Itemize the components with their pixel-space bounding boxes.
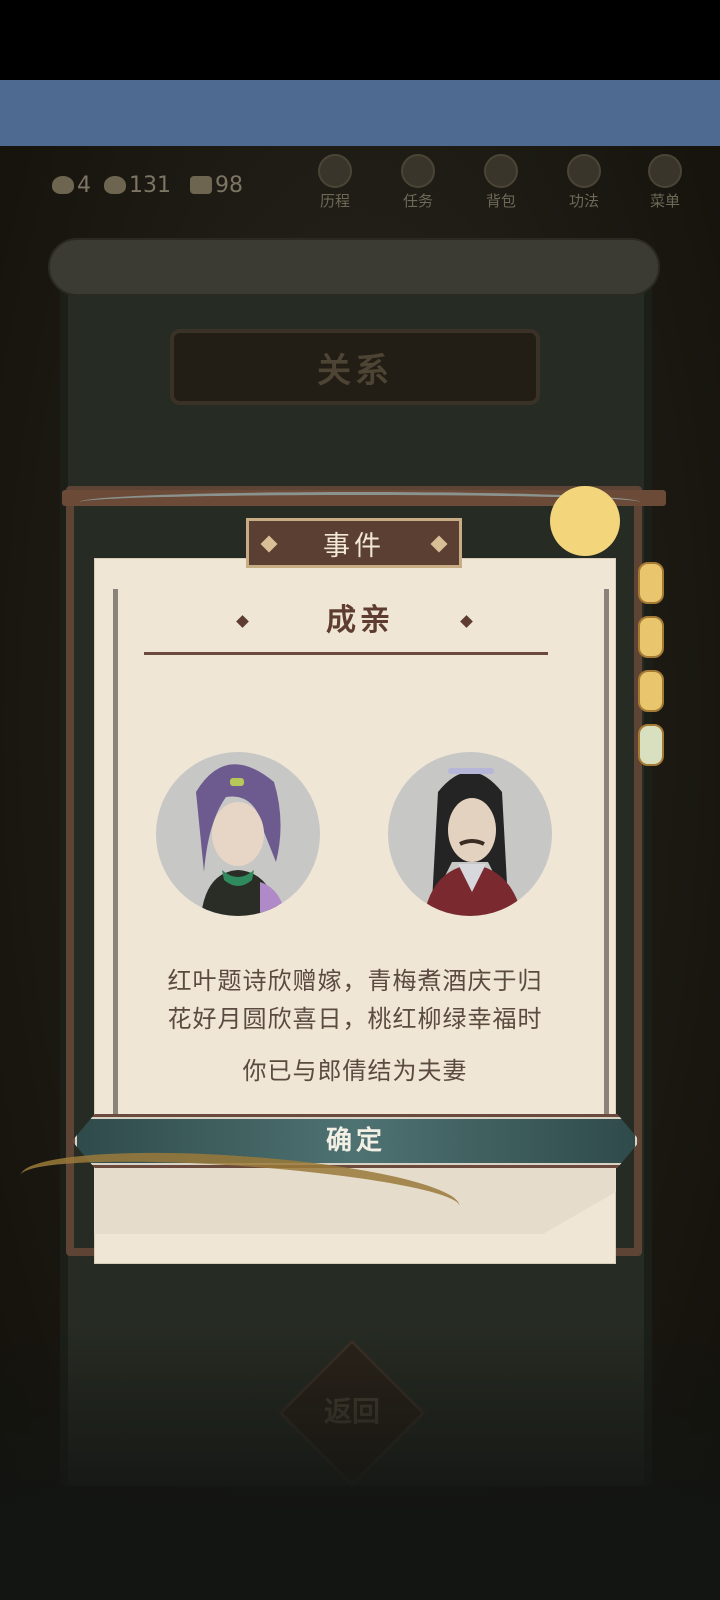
resource-counter-1: 4 bbox=[52, 172, 91, 198]
nav-history[interactable]: 历程 bbox=[300, 154, 370, 218]
event-tag-label: 事件 bbox=[323, 530, 385, 562]
diamond-icon bbox=[260, 535, 278, 553]
nav-bag-label: 背包 bbox=[485, 192, 516, 210]
nav-skill-label: 功法 bbox=[568, 192, 599, 210]
resource-1-value: 4 bbox=[77, 172, 91, 198]
event-tag: 事件 bbox=[246, 518, 462, 568]
relation-title-plaque: 关系 bbox=[170, 329, 540, 405]
moon-icon bbox=[550, 486, 620, 556]
groom-portrait bbox=[388, 752, 552, 916]
coin-icon bbox=[190, 176, 212, 194]
status-bar bbox=[0, 0, 720, 80]
title-divider bbox=[144, 652, 548, 655]
nav-history-label: 历程 bbox=[319, 192, 350, 210]
scroll-rod bbox=[48, 238, 660, 296]
resource-3-value: 98 bbox=[215, 172, 243, 198]
bride-portrait bbox=[156, 752, 320, 916]
bag-icon bbox=[484, 154, 518, 188]
nav-skill[interactable]: 功法 bbox=[549, 154, 619, 218]
nav-task-label: 任务 bbox=[402, 192, 433, 210]
skill-book-icon bbox=[567, 154, 601, 188]
relation-title: 关系 bbox=[317, 350, 393, 391]
diamond-icon bbox=[430, 535, 448, 553]
event-title: 成亲 bbox=[326, 603, 394, 638]
story-line-1: 红叶题诗欣赠嫁，青梅煮酒庆于归 bbox=[167, 967, 543, 995]
lantern-icon bbox=[638, 670, 664, 712]
resource-2-value: 131 bbox=[129, 172, 171, 198]
lantern-icon bbox=[638, 724, 664, 766]
history-icon bbox=[318, 154, 352, 188]
ingot-icon bbox=[104, 176, 126, 194]
nav-menu-label: 菜单 bbox=[649, 192, 680, 210]
story-line-2: 花好月圆欣喜日，桃红柳绿幸福时 bbox=[167, 1005, 543, 1033]
nav-bag[interactable]: 背包 bbox=[466, 154, 536, 218]
task-icon bbox=[401, 154, 435, 188]
top-hud: 4 131 98 历程 任务 背包 功法 菜单 bbox=[0, 146, 720, 226]
event-result: 你已与郎倩结为夫妻 bbox=[242, 1057, 468, 1085]
resource-counter-3: 98 bbox=[190, 172, 243, 198]
mountain-mist bbox=[0, 1326, 720, 1600]
resource-counter-2: 131 bbox=[104, 172, 171, 198]
lantern-icon bbox=[638, 562, 664, 604]
leaf-icon bbox=[52, 176, 74, 194]
nav-task[interactable]: 任务 bbox=[383, 154, 453, 218]
app-top-bar bbox=[0, 80, 720, 146]
lantern-icon bbox=[638, 616, 664, 658]
menu-fan-icon bbox=[648, 154, 682, 188]
nav-menu[interactable]: 菜单 bbox=[630, 154, 700, 218]
game-screen: 4 131 98 历程 任务 背包 功法 菜单 关系 事件 成亲 红叶题诗欣赠嫁… bbox=[0, 146, 720, 1600]
